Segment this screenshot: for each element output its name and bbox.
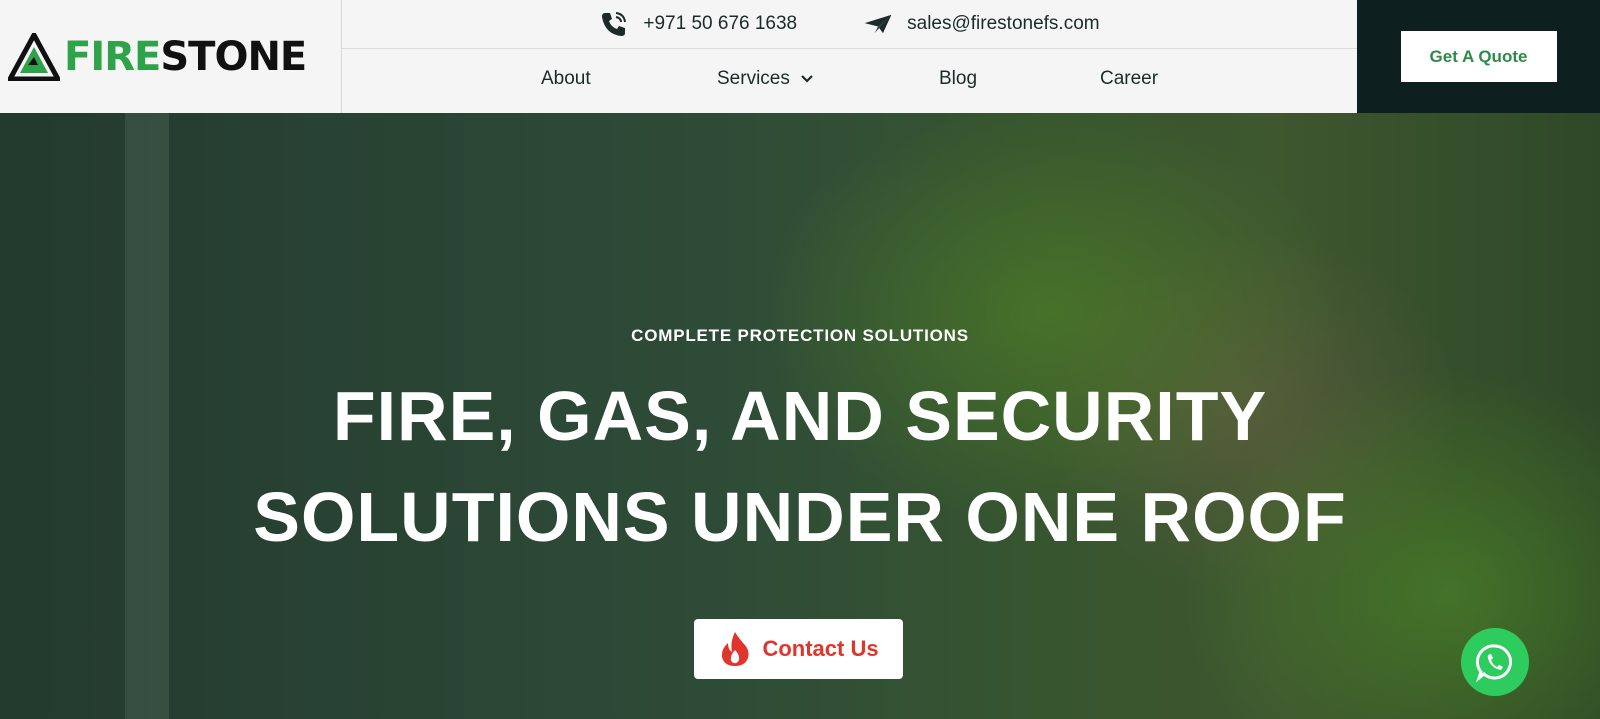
email-address: sales@firestonefs.com [907,13,1100,34]
chevron-down-icon [801,75,813,83]
paper-plane-icon [864,14,892,34]
nav-about-label: About [541,68,591,89]
nav-about[interactable]: About [541,68,591,90]
hero-eyebrow: COMPLETE PROTECTION SOLUTIONS [631,326,969,345]
email-link[interactable]: sales@firestonefs.com [863,9,1100,39]
flame-icon [722,632,749,666]
contact-us-label: Contact Us [762,636,879,661]
nav-career-label: Career [1100,68,1159,89]
quote-panel: Get A Quote [1357,0,1600,113]
phone-link[interactable]: +971 50 676 1638 [599,9,797,39]
logo-text-stone: STONE [160,33,307,80]
logo-text: FIRESTONE [64,33,307,80]
contact-bar: +971 50 676 1638 sales@firestonefs.com [342,0,1357,49]
nav-blog[interactable]: Blog [939,68,977,90]
hero-headline-line2: SOLUTIONS UNDER ONE ROOF [253,478,1347,556]
phone-number: +971 50 676 1638 [643,13,798,34]
nav-blog-label: Blog [939,68,978,89]
phone-icon [602,12,627,36]
logo[interactable]: FIRESTONE [0,0,342,113]
logo-mark-icon [8,32,60,81]
whatsapp-button[interactable] [1461,628,1529,696]
nav-services-label: Services [717,68,790,89]
whatsapp-icon [1475,644,1513,682]
logo-text-fire: FIRE [64,33,161,80]
header-center: +971 50 676 1638 sales@firestonefs.com [342,0,1357,113]
contact-us-button[interactable]: Contact Us [694,619,903,679]
hero-headline-line1: FIRE, GAS, AND SECURITY [332,377,1268,455]
nav-career[interactable]: Career [1100,68,1158,90]
hero-section: COMPLETE PROTECTION SOLUTIONS FIRE, GAS,… [0,113,1600,719]
get-a-quote-button[interactable]: Get A Quote [1400,31,1557,82]
site-header: FIRESTONE +971 50 676 1638 sales@firesto… [0,0,1600,113]
nav-services[interactable]: Services [717,68,814,90]
